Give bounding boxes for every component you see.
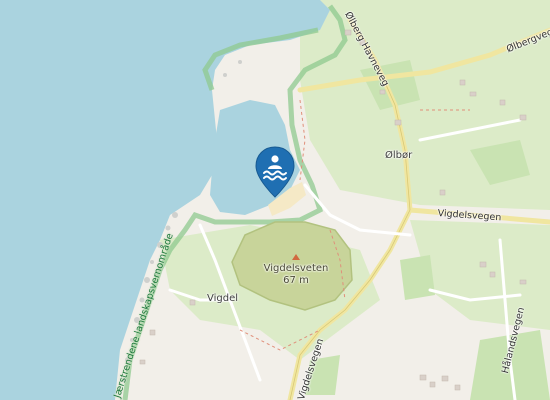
peak-elevation: 67 m — [283, 275, 309, 286]
place-label-vigdel[interactable]: Vigdel — [207, 293, 238, 305]
beach-marker-pin[interactable] — [254, 146, 296, 198]
peak-name: Vigdelsveten — [263, 263, 329, 274]
peak-label[interactable]: Vigdelsveten 67 m — [264, 263, 329, 287]
place-label-olbor[interactable]: Ølbør — [385, 150, 412, 162]
map-canvas[interactable]: Ølbør Vigdel Vigdelsveten 67 m Ølberg Ha… — [0, 0, 550, 400]
map-base-layer — [0, 0, 550, 400]
